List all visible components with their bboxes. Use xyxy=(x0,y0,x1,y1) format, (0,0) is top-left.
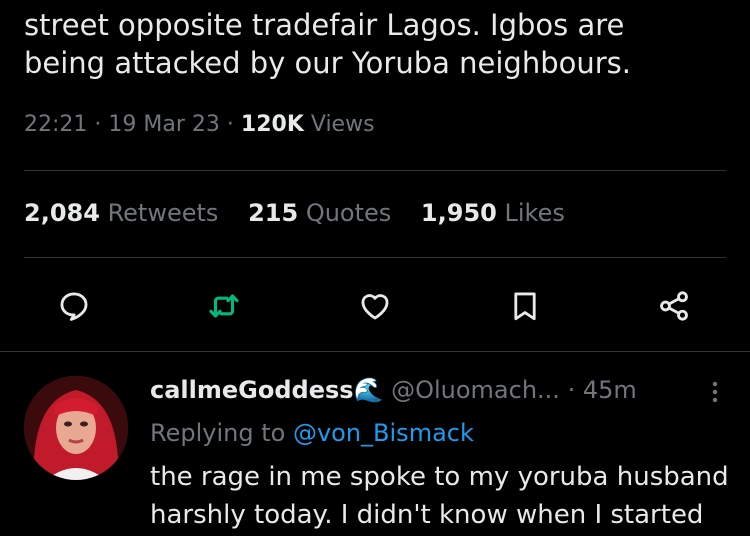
likes-stat[interactable]: 1,950 Likes xyxy=(421,199,565,227)
tweet-date[interactable]: 19 Mar 23 xyxy=(108,112,219,137)
bookmark-icon xyxy=(514,292,536,321)
reply-author-handle[interactable]: @Oluomach... xyxy=(391,376,560,404)
reply-author-name[interactable]: callmeGoddess xyxy=(150,376,354,404)
tweet-text-line: street opposite tradefair Lagos. Igbos a… xyxy=(24,8,625,42)
like-icon xyxy=(361,294,389,320)
reply-header: callmeGoddess🌊 @Oluomach... · 45m xyxy=(150,376,720,404)
wave-emoji-icon: 🌊 xyxy=(353,376,384,404)
reply-text: the rage in me spoke to my yoruba husban… xyxy=(150,458,740,534)
separator-dot: · xyxy=(567,376,576,404)
reply-button[interactable] xyxy=(46,278,102,334)
retweets-stat[interactable]: 2,084 Retweets xyxy=(24,199,226,227)
section-divider xyxy=(0,351,750,352)
bookmark-button[interactable] xyxy=(497,278,553,334)
avatar-image xyxy=(24,376,128,480)
more-options-button[interactable] xyxy=(700,376,730,408)
quotes-label: Quotes xyxy=(305,199,392,227)
reply-time[interactable]: 45m xyxy=(583,376,637,404)
reply-icon xyxy=(60,292,88,321)
tweet-meta: 22:21 · 19 Mar 23 · 120K Views xyxy=(24,112,375,137)
separator-dot: · xyxy=(226,112,234,137)
quotes-stat[interactable]: 215 Quotes xyxy=(248,199,399,227)
retweets-count: 2,084 xyxy=(24,199,100,227)
replying-to-handle[interactable]: @von_Bismack xyxy=(293,419,474,447)
divider xyxy=(24,170,726,171)
views-label: Views xyxy=(310,112,375,137)
likes-label: Likes xyxy=(504,199,565,227)
share-icon xyxy=(660,291,688,321)
tweet-text: street opposite tradefair Lagos. Igbos a… xyxy=(24,6,734,82)
retweet-button[interactable] xyxy=(196,278,252,334)
replying-to: Replying to @von_Bismack xyxy=(150,419,474,447)
quotes-count: 215 xyxy=(248,199,299,227)
separator-dot: · xyxy=(94,112,102,137)
like-button[interactable] xyxy=(347,278,403,334)
avatar[interactable] xyxy=(24,376,128,480)
action-bar xyxy=(0,278,750,334)
tweet-stats: 2,084 Retweets 215 Quotes 1,950 Likes xyxy=(24,199,587,227)
tweet-text-line: being attacked by our Yoruba neighbours. xyxy=(24,46,631,80)
likes-count: 1,950 xyxy=(420,199,497,227)
retweet-icon xyxy=(209,294,239,318)
reply-text-line: the rage in me spoke to my yoruba husban… xyxy=(150,462,729,492)
reply-text-line: harshly today. I didn't know when I star… xyxy=(150,500,704,530)
retweets-label: Retweets xyxy=(107,199,219,227)
tweet-time[interactable]: 22:21 xyxy=(24,112,87,137)
share-button[interactable] xyxy=(646,278,702,334)
more-vertical-icon xyxy=(712,381,718,403)
views-count: 120K xyxy=(240,112,304,137)
replying-to-label: Replying to xyxy=(150,419,286,447)
divider xyxy=(24,257,726,258)
